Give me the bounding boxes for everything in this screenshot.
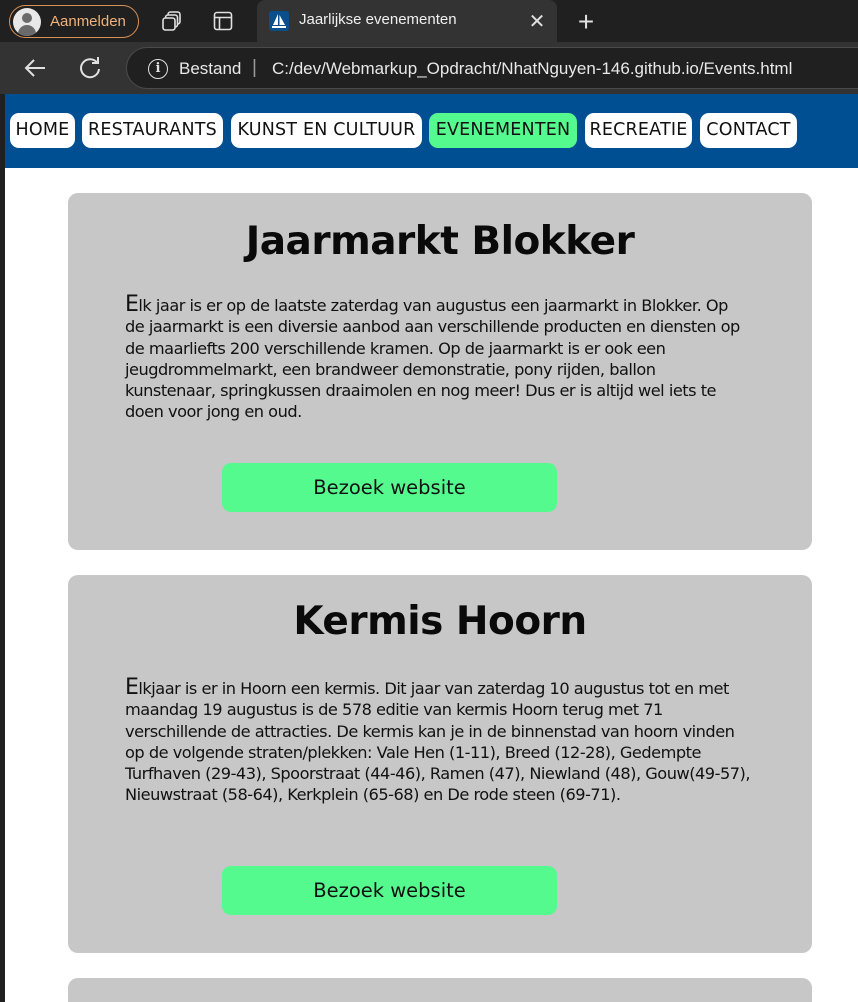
nav-item-contact[interactable]: CONTACT [700,113,797,148]
nav-item-evenementen[interactable]: EVENEMENTEN [429,113,577,148]
page-viewport: HOME RESTAURANTS KUNST EN CULTUUR EVENEM… [5,94,858,1002]
visit-website-button[interactable]: Bezoek website [222,866,557,915]
event-description-text: lk jaar is er op de laatste zaterdag van… [125,296,740,422]
new-tab-button[interactable]: + [572,6,600,38]
event-description-first-letter: E [125,292,139,317]
file-scheme-label: Bestand [179,59,242,78]
nav-item-home[interactable]: HOME [10,113,75,148]
event-title: Jaarmarkt Blokker [245,219,635,264]
event-description: Elk jaar is er op de laatste zaterdag va… [125,294,750,423]
address-separator: | [252,57,257,78]
event-card-partial [68,978,812,1002]
back-arrow-icon[interactable] [20,53,50,83]
sailboat-favicon-icon [269,11,289,31]
browser-tab-bar: Aanmelden Jaarlijkse evenementen ✕ + [0,0,858,42]
tab-title: Jaarlijkse evenementen [299,11,457,28]
event-description-first-letter: E [125,675,139,700]
event-card: Jaarmarkt Blokker Elk jaar is er op de l… [68,193,812,550]
workspaces-icon[interactable] [161,10,183,32]
profile-button[interactable]: Aanmelden [9,5,139,38]
site-info-icon[interactable]: i [148,59,168,79]
tab-actions-icon[interactable] [212,10,234,32]
event-description: Elkjaar is er in Hoorn een kermis. Dit j… [125,675,751,806]
reload-icon[interactable] [75,53,105,83]
event-card: Kermis Hoorn Elkjaar is er in Hoorn een … [68,575,812,953]
address-bar[interactable]: i Bestand | C:/dev/Webmarkup_Opdracht/Nh… [126,47,858,89]
nav-item-recreatie[interactable]: RECREATIE [585,113,692,148]
url-text[interactable]: C:/dev/Webmarkup_Opdracht/NhatNguyen-146… [272,59,792,79]
site-navigation: HOME RESTAURANTS KUNST EN CULTUUR EVENEM… [5,94,858,168]
avatar-icon [13,7,41,36]
active-tab[interactable]: Jaarlijkse evenementen ✕ [257,0,557,42]
visit-website-button[interactable]: Bezoek website [222,463,557,512]
nav-item-restaurants[interactable]: RESTAURANTS [82,113,223,148]
nav-item-kunst-en-cultuur[interactable]: KUNST EN CULTUUR [231,113,422,148]
address-bar-row: i Bestand | C:/dev/Webmarkup_Opdracht/Nh… [0,42,858,94]
close-tab-icon[interactable]: ✕ [525,9,549,34]
profile-label: Aanmelden [50,13,126,30]
event-title: Kermis Hoorn [293,599,587,644]
event-description-text: lkjaar is er in Hoorn een kermis. Dit ja… [125,679,751,805]
